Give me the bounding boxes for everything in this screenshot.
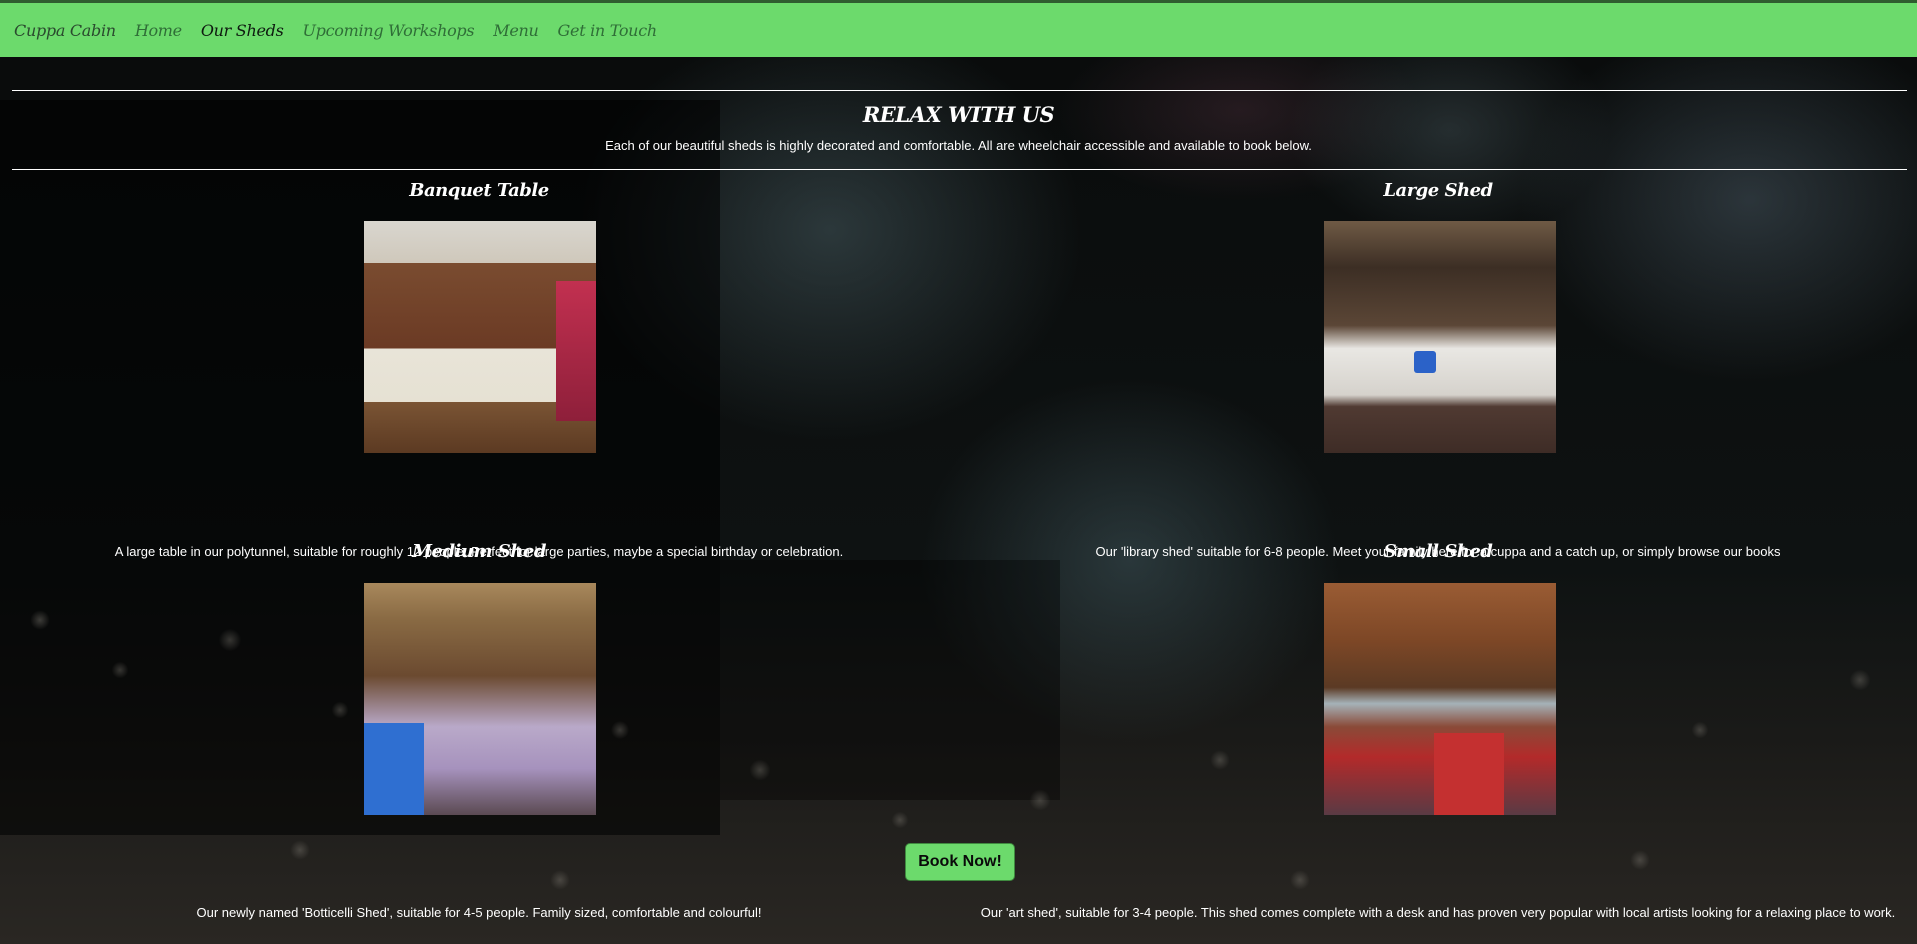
book-now-button[interactable]: Book Now! xyxy=(905,843,1015,881)
shed-photo-medium-shed xyxy=(364,583,596,815)
shed-card-medium-shed: Medium Shed Our newly named 'Botticelli … xyxy=(0,541,958,920)
shed-card-small-shed: Small Shed Our 'art shed', suitable for … xyxy=(959,541,1917,920)
nav-our-sheds-link[interactable]: Our Sheds xyxy=(201,21,284,40)
nav-get-in-touch-link[interactable]: Get in Touch xyxy=(558,21,658,40)
nav-brand-link[interactable]: Cuppa Cabin xyxy=(14,21,116,40)
page-subtitle: Each of our beautiful sheds is highly de… xyxy=(605,138,1312,153)
divider-bottom xyxy=(12,169,1907,170)
shed-title: Banquet Table xyxy=(409,180,549,201)
page-title: RELAX WITH US xyxy=(862,102,1055,127)
nav-home-link[interactable]: Home xyxy=(135,21,182,40)
shed-title: Small Shed xyxy=(1383,541,1493,562)
divider-top xyxy=(12,90,1907,91)
shed-description: Our newly named 'Botticelli Shed', suita… xyxy=(196,905,762,920)
shed-card-large-shed: Large Shed Our 'library shed' suitable f… xyxy=(959,180,1917,559)
shed-card-banquet-table: Banquet Table A large table in our polyt… xyxy=(0,180,958,559)
shed-description: Our 'art shed', suitable for 3-4 people.… xyxy=(980,905,1896,920)
shed-title: Medium Shed xyxy=(412,541,546,562)
shed-title: Large Shed xyxy=(1383,180,1493,201)
shed-photo-large-shed xyxy=(1324,221,1556,453)
top-navbar: Cuppa Cabin Home Our Sheds Upcoming Work… xyxy=(0,0,1917,57)
sheds-page: RELAX WITH US Each of our beautiful shed… xyxy=(0,57,1917,944)
nav-upcoming-workshops-link[interactable]: Upcoming Workshops xyxy=(303,21,475,40)
shed-photo-banquet-table xyxy=(364,221,596,453)
shed-photo-small-shed xyxy=(1324,583,1556,815)
nav-menu-link[interactable]: Menu xyxy=(493,21,539,40)
